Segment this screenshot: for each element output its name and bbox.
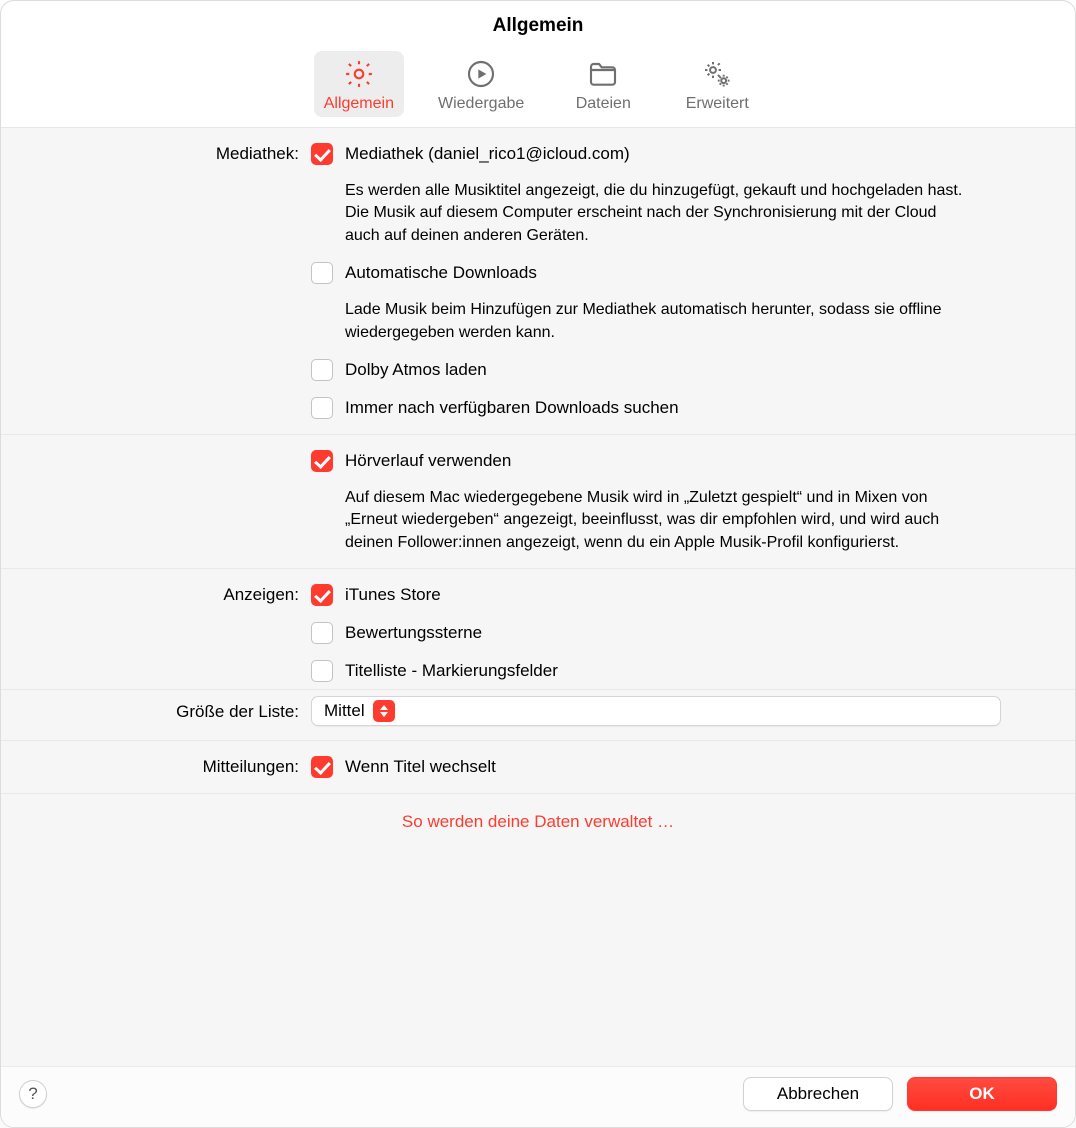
auto-downloads-description: Lade Musik beim Hinzufügen zur Mediathek… [311,299,971,344]
checkbox-check-downloads[interactable] [311,397,333,419]
gear-icon [342,57,376,91]
checkbox-label: Mediathek (daniel_rico1@icloud.com) [345,142,630,166]
checkbox-songlist-checkboxes[interactable] [311,660,333,682]
footer: ? Abbrechen OK [1,1066,1075,1127]
select-value: Mittel [324,701,365,721]
section-label-library: Mediathek: [51,142,311,420]
help-button[interactable]: ? [19,1080,47,1108]
checkbox-star-ratings[interactable] [311,622,333,644]
checkbox-label: Titelliste - Markierungsfelder [345,659,558,683]
double-gear-icon [700,57,734,91]
checkbox-label: Automatische Downloads [345,261,537,285]
tab-advanced[interactable]: Erweitert [672,51,762,117]
use-history-description: Auf diesem Mac wiedergegebene Musik wird… [311,487,971,554]
tab-general[interactable]: Allgemein [314,51,404,117]
checkbox-use-history[interactable] [311,450,333,472]
checkbox-dolby-atmos[interactable] [311,359,333,381]
list-size-select[interactable]: Mittel [311,696,1001,726]
checkbox-label: Wenn Titel wechselt [345,755,496,779]
checkbox-label: iTunes Store [345,583,441,607]
cancel-button[interactable]: Abbrechen [743,1077,893,1111]
checkbox-song-change-notification[interactable] [311,756,333,778]
section-label-list-size: Größe der Liste: [51,696,311,726]
tab-label: Erweitert [686,95,749,113]
checkbox-label: Hörverlauf verwenden [345,449,511,473]
checkbox-library-sync[interactable] [311,143,333,165]
checkbox-label: Bewertungssterne [345,621,482,645]
tab-label: Wiedergabe [438,95,524,113]
select-stepper-icon [373,700,395,722]
privacy-link[interactable]: So werden deine Daten verwaltet … [402,812,674,831]
tab-label: Dateien [576,95,631,113]
section-label-show: Anzeigen: [51,583,311,683]
ok-button[interactable]: OK [907,1077,1057,1111]
tab-playback[interactable]: Wiedergabe [428,51,534,117]
folder-icon [586,57,620,91]
checkbox-label: Dolby Atmos laden [345,358,487,382]
checkbox-label: Immer nach verfügbaren Downloads suchen [345,396,679,420]
play-circle-icon [464,57,498,91]
question-mark-icon: ? [28,1084,37,1104]
toolbar-tabs: Allgemein Wiedergabe Dateien Erweitert [1,45,1075,128]
section-label-notifications: Mitteilungen: [51,755,311,779]
library-sync-description: Es werden alle Musiktitel angezeigt, die… [311,180,971,247]
tab-label: Allgemein [324,95,394,113]
preferences-window: Allgemein Allgemein Wiedergabe Dateien E… [0,0,1076,1128]
checkbox-itunes-store[interactable] [311,584,333,606]
tab-files[interactable]: Dateien [558,51,648,117]
checkbox-auto-downloads[interactable] [311,262,333,284]
window-title: Allgemein [1,1,1075,45]
content-pane: Mediathek: Mediathek (daniel_rico1@iclou… [1,128,1075,1066]
